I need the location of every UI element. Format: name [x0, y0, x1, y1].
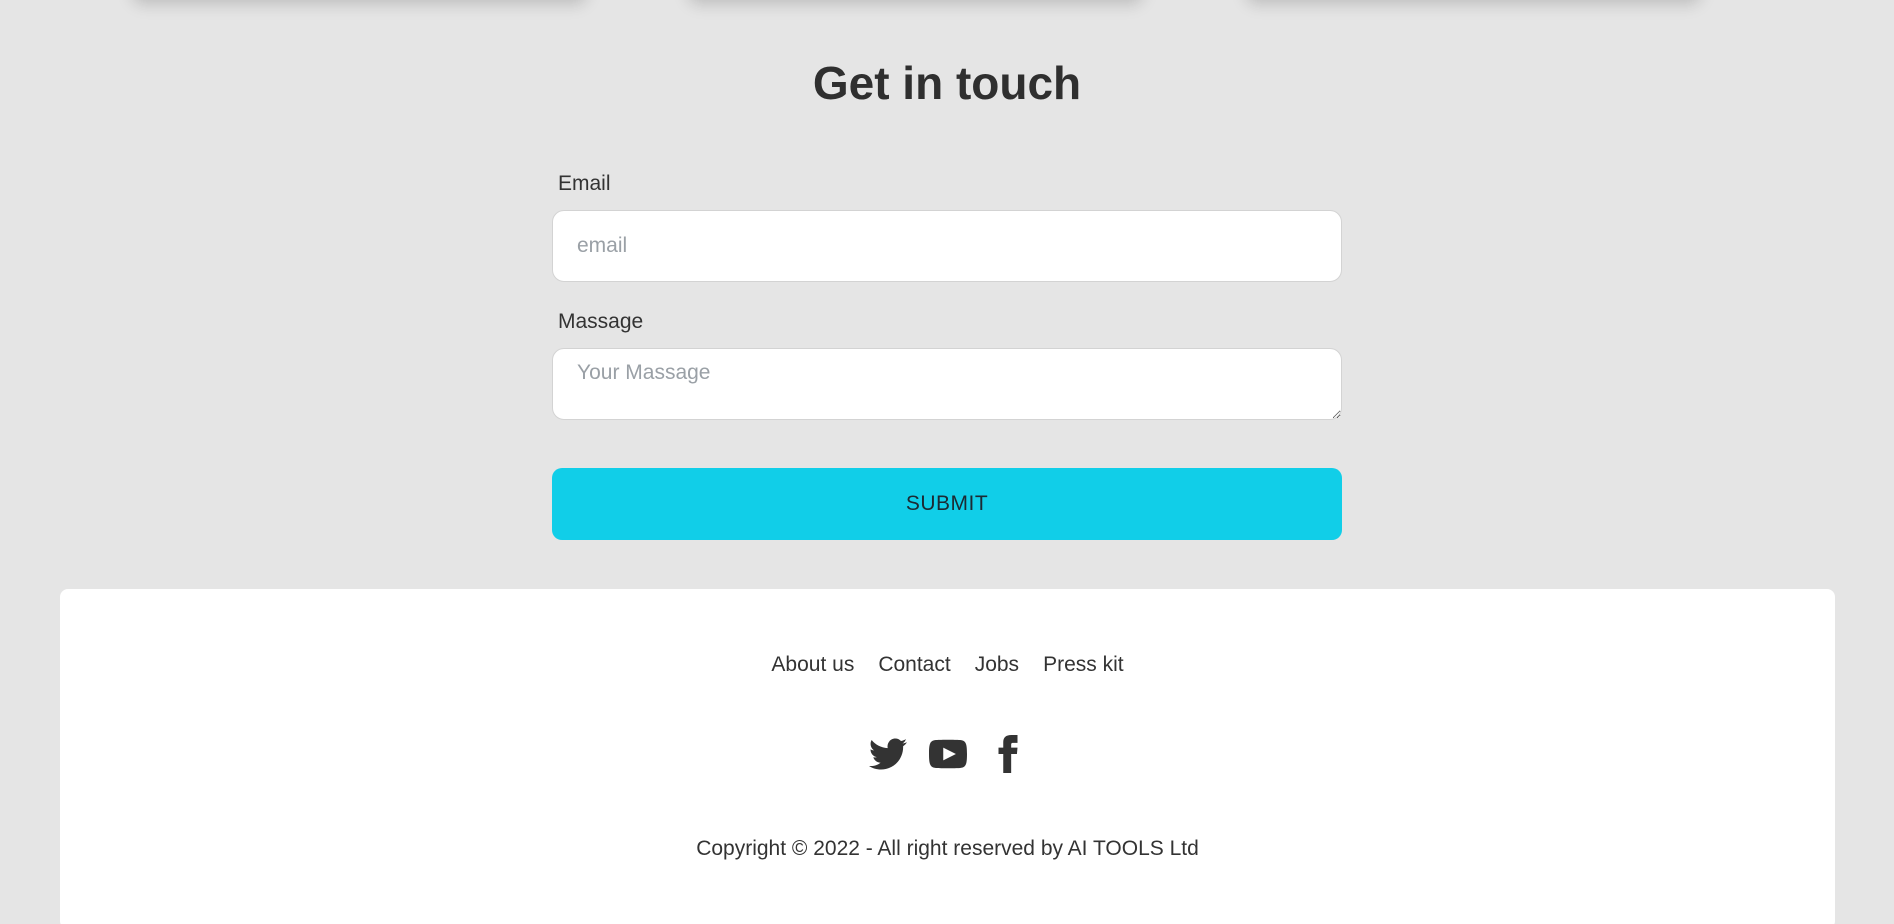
youtube-link[interactable]	[928, 735, 967, 773]
footer-link-contact[interactable]: Contact	[878, 653, 950, 677]
social-links	[60, 735, 1835, 773]
message-label: Massage	[558, 310, 644, 333]
facebook-link[interactable]	[989, 735, 1027, 773]
page: Get in touch Email Massage SUBMIT About …	[0, 0, 1894, 924]
footer-link-about[interactable]: About us	[771, 653, 854, 677]
footer-link-press-kit[interactable]: Press kit	[1043, 653, 1124, 677]
submit-button[interactable]: SUBMIT	[552, 468, 1342, 540]
footer-link-jobs[interactable]: Jobs	[975, 653, 1019, 677]
facebook-icon	[998, 735, 1017, 773]
email-field[interactable]	[552, 210, 1342, 282]
footer: About us Contact Jobs Press kit Copyrigh…	[60, 589, 1835, 924]
footer-nav: About us Contact Jobs Press kit	[60, 653, 1835, 677]
copyright-text: Copyright © 2022 - All right reserved by…	[696, 837, 1199, 860]
contact-title: Get in touch	[812, 57, 1082, 109]
twitter-icon	[868, 738, 907, 770]
email-label: Email	[558, 172, 611, 195]
youtube-icon	[928, 739, 967, 769]
message-field[interactable]	[552, 348, 1342, 420]
twitter-link[interactable]	[868, 735, 907, 773]
